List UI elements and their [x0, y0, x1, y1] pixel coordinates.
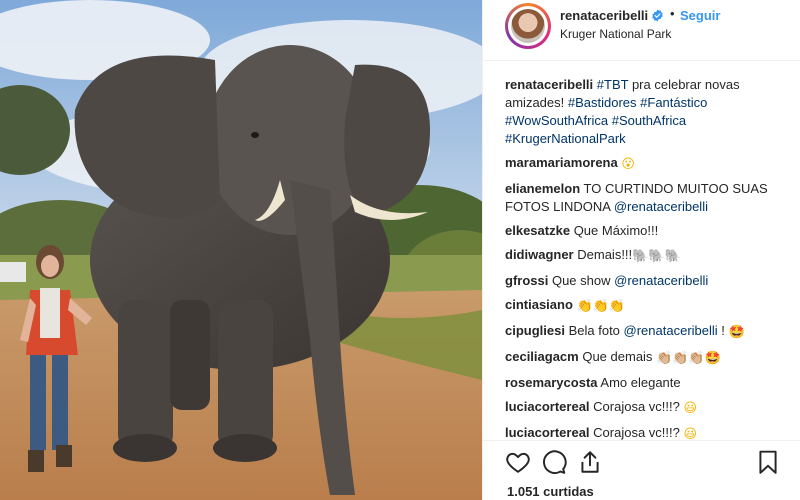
mention-link[interactable]: @renataceribelli — [614, 199, 708, 214]
comment-text: Corajosa vc!!!? — [593, 399, 684, 414]
comment-text: Que demais — [582, 349, 657, 364]
comment-text: Que Máximo!!! — [573, 223, 659, 238]
hashtag-link[interactable]: #Fantástico — [640, 95, 707, 110]
emoji: 🐘🐘🐘 — [632, 249, 681, 264]
hashtag-link[interactable]: #Bastidores — [568, 95, 637, 110]
comment-text: ! — [717, 323, 729, 338]
comment-username[interactable]: luciacortereal — [505, 425, 590, 440]
bookmark-icon[interactable] — [755, 449, 781, 475]
comment-username[interactable]: gfrossi — [505, 273, 548, 288]
emoji: 🤩 — [704, 351, 721, 366]
instagram-post: renataceribelli • Seguir Kruger National… — [0, 0, 800, 500]
comment-username[interactable]: maramariamorena — [505, 155, 618, 170]
comment-item: elianemelon TO CURTINDO MUITOO SUAS FOTO… — [505, 180, 785, 216]
elephant-photo — [0, 0, 482, 500]
hashtag-link[interactable]: #SouthAfrica — [612, 113, 686, 128]
heart-icon[interactable] — [505, 449, 531, 475]
share-icon[interactable] — [577, 449, 603, 475]
avatar-image — [511, 9, 545, 43]
caption-username[interactable]: renataceribelli — [505, 77, 593, 92]
mention-link[interactable]: @renataceribelli — [624, 323, 718, 338]
post-caption: renataceribelli #TBT pra celebrar novas … — [505, 76, 785, 148]
post-header: renataceribelli • Seguir Kruger National… — [483, 0, 800, 61]
emoji: 🤩 — [728, 325, 745, 340]
comment-item: gfrossi Que show @renataceribelli — [505, 272, 785, 290]
comment-username[interactable]: elkesatzke — [505, 223, 570, 238]
likes-count[interactable]: 1.051 curtidas — [507, 484, 594, 499]
comment-username[interactable]: cipugliesi — [505, 323, 565, 338]
comment-username[interactable]: elianemelon — [505, 181, 580, 196]
follow-button[interactable]: Seguir — [680, 8, 720, 23]
comment-item: luciacortereal Corajosa vc!!!? 😃 — [505, 398, 785, 418]
comments-list: renataceribelli #TBT pra celebrar novas … — [505, 76, 785, 450]
comment-item: maramariamorena 😮 — [505, 154, 785, 174]
emoji: 👏🏼👏🏼👏🏼 — [656, 351, 705, 366]
emoji: 😃 — [683, 401, 698, 416]
comment-username[interactable]: rosemarycosta — [505, 375, 598, 390]
comment-username[interactable]: luciacortereal — [505, 399, 590, 414]
comment-item: cipugliesi Bela foto @renataceribelli ! … — [505, 322, 785, 342]
verified-badge-icon — [652, 9, 663, 22]
hashtag-link[interactable]: #TBT — [597, 77, 629, 92]
hashtag-link[interactable]: #KrugerNationalPark — [505, 131, 626, 146]
comment-item: ceciliagacm Que demais 👏🏼👏🏼👏🏼🤩 — [505, 348, 785, 368]
mention-link[interactable]: @renataceribelli — [614, 273, 708, 288]
comment-text: Demais!!! — [577, 247, 633, 262]
comment-text: Que show — [551, 273, 615, 288]
emoji: 😮 — [621, 157, 635, 172]
comment-username[interactable]: ceciliagacm — [505, 349, 579, 364]
avatar[interactable] — [505, 3, 551, 49]
comment-item: rosemarycosta Amo elegante — [505, 374, 785, 392]
separator-dot: • — [670, 6, 675, 21]
emoji: 👏👏👏 — [576, 299, 626, 314]
avatar-ring — [508, 6, 548, 46]
post-location[interactable]: Kruger National Park — [560, 27, 671, 41]
comment-text: Amo elegante — [600, 375, 681, 390]
post-photo[interactable] — [0, 0, 482, 500]
comment-username[interactable]: didiwagner — [505, 247, 574, 262]
comment-icon[interactable] — [541, 449, 567, 475]
comment-text: Bela foto — [568, 323, 624, 338]
comment-text: Corajosa vc!!!? — [593, 425, 684, 440]
comment-username[interactable]: cintiasiano — [505, 297, 573, 312]
comment-item: cintiasiano 👏👏👏 — [505, 296, 785, 316]
comment-items: maramariamorena 😮 elianemelon TO CURTINDO… — [505, 154, 785, 444]
comment-item: didiwagner Demais!!!🐘🐘🐘 — [505, 246, 785, 266]
post-username[interactable]: renataceribelli — [560, 8, 648, 23]
post-side-panel: renataceribelli • Seguir Kruger National… — [482, 0, 800, 500]
comment-item: elkesatzke Que Máximo!!! — [505, 222, 785, 240]
hashtag-link[interactable]: #WowSouthAfrica — [505, 113, 608, 128]
